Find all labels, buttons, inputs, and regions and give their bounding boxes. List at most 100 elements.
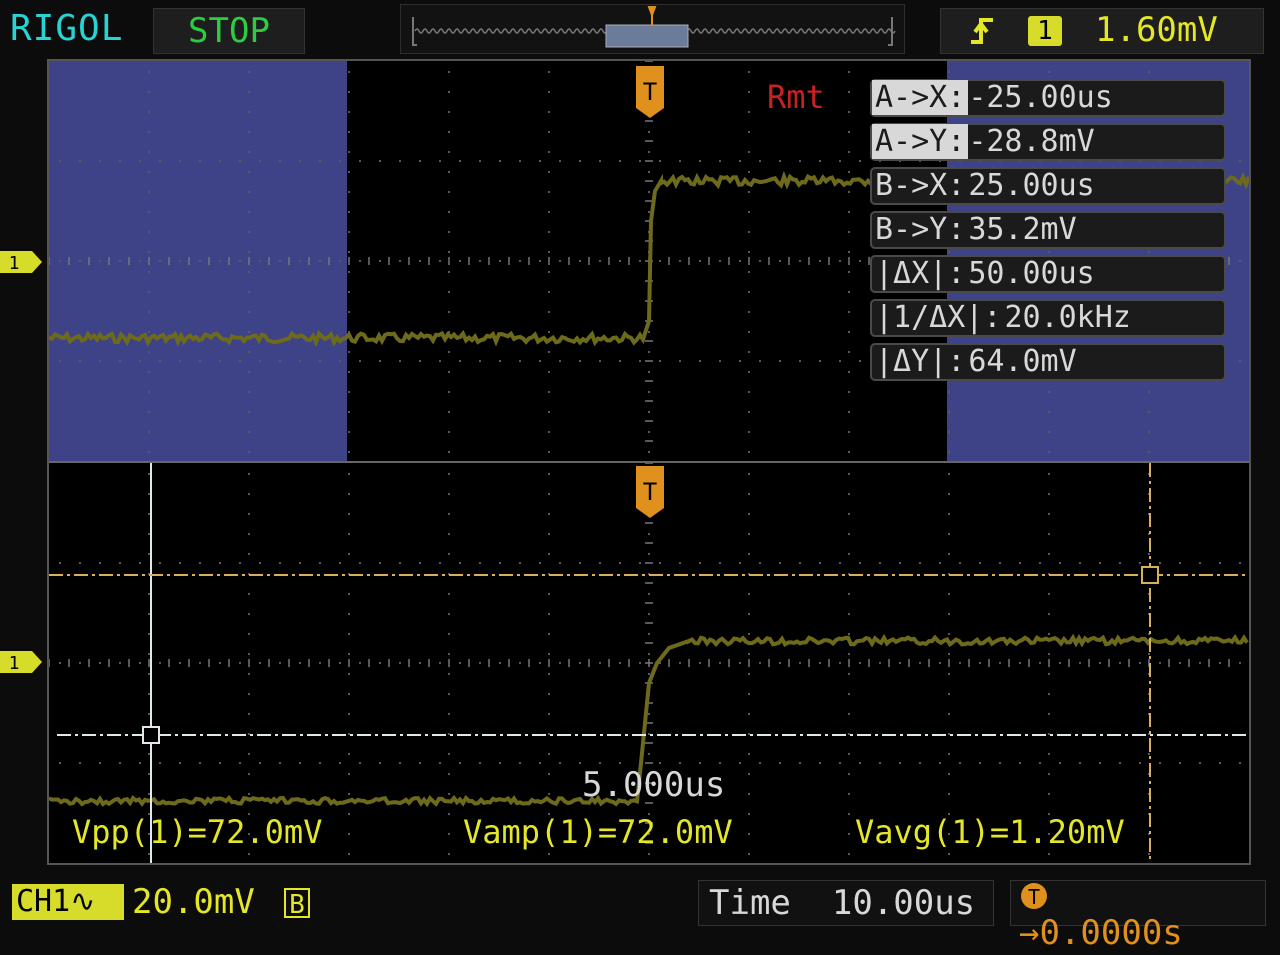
- cursor-readout-label: |1/ΔX|:: [875, 300, 1002, 335]
- grid-dot: [948, 733, 950, 735]
- grid-dot: [148, 111, 150, 113]
- zoom-trigger-position-marker[interactable]: T: [634, 464, 666, 520]
- grid-dot: [348, 311, 350, 313]
- run-stop-status[interactable]: STOP: [153, 8, 305, 54]
- grid-dot: [848, 431, 850, 433]
- grid-dot: [348, 291, 350, 293]
- grid-dot: [679, 562, 681, 564]
- grid-dot: [948, 653, 950, 655]
- grid-dot: [548, 411, 550, 413]
- grid-dot: [1159, 762, 1161, 764]
- grid-dot: [1059, 762, 1061, 764]
- grid-dot: [648, 451, 650, 453]
- grid-dot: [748, 231, 750, 233]
- grid-dot: [148, 151, 150, 153]
- channel-1-tag[interactable]: CH1∿: [12, 884, 124, 920]
- grid-dot: [748, 553, 750, 555]
- grid-dot: [948, 793, 950, 795]
- grid-dot: [339, 562, 341, 564]
- grid-dot: [499, 260, 501, 262]
- grid-dot: [379, 762, 381, 764]
- grid-dot: [748, 111, 750, 113]
- grid-dot: [1039, 762, 1041, 764]
- grid-dot: [799, 360, 801, 362]
- channel-label: CH1: [16, 884, 71, 919]
- grid-dot: [1048, 473, 1050, 475]
- trigger-offset-box[interactable]: T →0.0000s: [1010, 880, 1266, 953]
- grid-dot: [299, 360, 301, 362]
- grid-dot: [848, 813, 850, 815]
- grid-dot: [848, 451, 850, 453]
- grid-dot: [648, 331, 650, 333]
- grid-dot: [1019, 762, 1021, 764]
- grid-dot: [319, 260, 321, 262]
- timebase-box[interactable]: Time 10.00us: [698, 880, 994, 926]
- grid-dot: [179, 360, 181, 362]
- grid-dot: [599, 762, 601, 764]
- grid-dot: [348, 513, 350, 515]
- grid-dot: [148, 231, 150, 233]
- grid-dot: [1048, 251, 1050, 253]
- grid-dot: [748, 151, 750, 153]
- grid-dot: [548, 191, 550, 193]
- measurement-vavg: Vavg(1)=1.20mV: [855, 813, 1125, 851]
- cursor-a-handle: [142, 726, 160, 744]
- grid-dot: [99, 562, 101, 564]
- cursor-readout-row: A->X: -25.00us: [870, 79, 1226, 117]
- grid-dot: [548, 291, 550, 293]
- grid-dot: [148, 633, 150, 635]
- grid-dot: [548, 431, 550, 433]
- grid-dot: [448, 473, 450, 475]
- grid-dot: [948, 411, 950, 413]
- grid-dot: [748, 493, 750, 495]
- grid-dot: [459, 562, 461, 564]
- grid-dot: [859, 762, 861, 764]
- grid-dot: [799, 160, 801, 162]
- zoom-channel-1-offset-marker[interactable]: 1: [0, 651, 42, 673]
- grid-dot: [559, 160, 561, 162]
- grid-dot: [348, 653, 350, 655]
- grid-dot: [1199, 762, 1201, 764]
- grid-dot: [699, 260, 701, 262]
- grid-dot: [648, 733, 650, 735]
- grid-dot: [939, 562, 941, 564]
- grid-dot: [648, 371, 650, 373]
- grid-dot: [599, 662, 601, 664]
- grid-dot: [359, 260, 361, 262]
- grid-dot: [1099, 762, 1101, 764]
- grid-dot: [1048, 693, 1050, 695]
- grid-dot: [439, 562, 441, 564]
- grid-dot: [748, 473, 750, 475]
- grid-dot: [1239, 160, 1241, 162]
- memory-position-bar: [400, 4, 905, 54]
- grid-dot: [248, 553, 250, 555]
- grid-dot: [559, 562, 561, 564]
- grid-dot: [619, 360, 621, 362]
- grid-dot: [348, 793, 350, 795]
- svg-text:T: T: [1028, 885, 1040, 909]
- main-trigger-position-marker[interactable]: T: [634, 64, 666, 120]
- grid-dot: [179, 762, 181, 764]
- grid-dot: [748, 71, 750, 73]
- grid-dot: [1119, 562, 1121, 564]
- grid-dot: [979, 562, 981, 564]
- grid-dot: [219, 260, 221, 262]
- trigger-level: 1.60mV: [1095, 10, 1218, 50]
- grid-dot: [699, 562, 701, 564]
- grid-dot: [679, 360, 681, 362]
- main-channel-1-offset-marker[interactable]: 1: [0, 251, 42, 273]
- grid-dot: [648, 431, 650, 433]
- grid-dot: [648, 533, 650, 535]
- grid-dot: [848, 533, 850, 535]
- grid-dot: [139, 562, 141, 564]
- grid-dot: [799, 562, 801, 564]
- grid-dot: [448, 91, 450, 93]
- grid-dot: [948, 513, 950, 515]
- grid-dot: [548, 633, 550, 635]
- grid-dot: [548, 451, 550, 453]
- grid-dot: [279, 360, 281, 362]
- grid-dot: [99, 762, 101, 764]
- grid-dot: [748, 371, 750, 373]
- grid-dot: [748, 593, 750, 595]
- grid-dot: [748, 191, 750, 193]
